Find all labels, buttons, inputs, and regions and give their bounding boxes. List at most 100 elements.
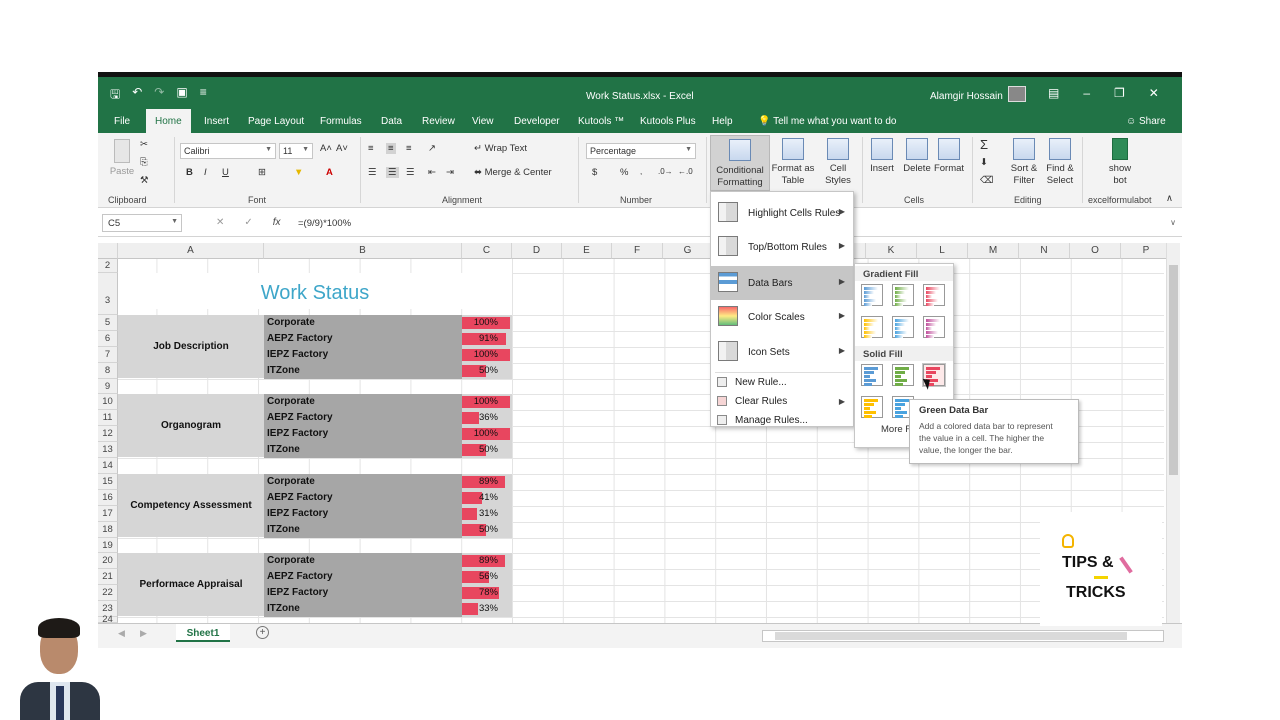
column-header[interactable]: G: [663, 243, 713, 259]
gradient-data-bar-option[interactable]: [892, 316, 914, 338]
percent-cell[interactable]: 89%: [462, 474, 512, 490]
menu-top-bottom-rules[interactable]: Top/Bottom Rules ▶: [711, 230, 853, 264]
column-header[interactable]: F: [612, 243, 663, 259]
column-header[interactable]: D: [512, 243, 562, 259]
fill-color-icon[interactable]: ▼: [294, 167, 303, 178]
percent-icon[interactable]: %: [620, 167, 628, 178]
row-header[interactable]: 11: [98, 410, 118, 426]
percent-cell[interactable]: 50%: [462, 442, 512, 458]
category-cell[interactable]: Job Description: [118, 315, 264, 378]
minimize-icon[interactable]: –: [1083, 86, 1090, 100]
row-header[interactable]: 8: [98, 363, 118, 379]
increase-font-icon[interactable]: A˄: [320, 143, 332, 154]
horizontal-scrollbar[interactable]: [762, 630, 1164, 642]
percent-cell[interactable]: 89%: [462, 553, 512, 569]
select-all-corner[interactable]: [98, 243, 118, 259]
percent-cell[interactable]: 91%: [462, 331, 512, 347]
row-header[interactable]: 15: [98, 474, 118, 490]
column-header[interactable]: A: [118, 243, 264, 259]
align-top-icon[interactable]: ≡: [368, 143, 374, 154]
scroll-tabs-left-icon[interactable]: ◀: [118, 628, 125, 639]
column-header[interactable]: O: [1070, 243, 1121, 259]
percent-cell[interactable]: 100%: [462, 315, 512, 331]
currency-icon[interactable]: $: [592, 167, 597, 178]
paste-button[interactable]: Paste: [108, 139, 136, 178]
tab-help[interactable]: Help: [712, 116, 733, 127]
menu-clear-rules[interactable]: Clear Rules ▶: [711, 393, 853, 411]
menu-highlight-cells-rules[interactable]: Highlight Cells Rules ▶: [711, 196, 853, 230]
row-header[interactable]: 2: [98, 259, 118, 273]
borders-icon[interactable]: ⊞: [258, 167, 266, 178]
close-icon[interactable]: ✕: [1149, 86, 1159, 100]
row-header[interactable]: 18: [98, 522, 118, 538]
italic-button[interactable]: I: [204, 167, 207, 178]
cut-icon[interactable]: ✂: [140, 139, 148, 150]
item-name-cell[interactable]: ITZone: [264, 442, 462, 458]
ribbon-display-icon[interactable]: ▤: [1048, 86, 1059, 100]
row-header[interactable]: 3: [98, 273, 118, 315]
menu-manage-rules[interactable]: Manage Rules...: [711, 412, 853, 430]
tab-insert[interactable]: Insert: [204, 116, 229, 127]
tab-view[interactable]: View: [472, 116, 494, 127]
row-header[interactable]: 14: [98, 458, 118, 474]
merge-center-button[interactable]: ⬌ Merge & Center: [474, 167, 552, 178]
column-header[interactable]: C: [462, 243, 512, 259]
row-header[interactable]: 22: [98, 585, 118, 601]
add-sheet-button[interactable]: +: [256, 626, 269, 639]
row-header[interactable]: 5: [98, 315, 118, 331]
fill-icon[interactable]: ⬇: [980, 157, 988, 168]
tab-kutools-plus[interactable]: Kutools Plus: [640, 116, 696, 127]
wrap-text-button[interactable]: ↵ Wrap Text: [474, 143, 527, 154]
vertical-scroll-thumb[interactable]: [1169, 265, 1178, 475]
camera-icon[interactable]: ▣: [176, 85, 187, 106]
row-header[interactable]: 19: [98, 538, 118, 553]
scroll-tabs-right-icon[interactable]: ▶: [140, 628, 147, 639]
formula-input[interactable]: =(9/9)*100%: [298, 218, 351, 229]
category-cell[interactable]: Organogram: [118, 394, 264, 457]
column-header[interactable]: K: [866, 243, 917, 259]
tell-me-search[interactable]: 💡 Tell me what you want to do: [758, 116, 896, 127]
find-select-button[interactable]: Find & Select: [1042, 138, 1078, 187]
font-name-select[interactable]: Calibri ▼: [180, 143, 276, 159]
sort-filter-button[interactable]: Sort & Filter: [1006, 138, 1042, 187]
item-name-cell[interactable]: Corporate: [264, 553, 462, 569]
cell-styles-button[interactable]: Cell Styles: [818, 138, 858, 187]
item-name-cell[interactable]: AEPZ Factory: [264, 490, 462, 506]
column-header[interactable]: L: [917, 243, 968, 259]
tab-home[interactable]: Home: [146, 109, 191, 133]
tab-page-layout[interactable]: Page Layout: [248, 116, 304, 127]
sheet-tab-sheet1[interactable]: Sheet1: [176, 624, 230, 642]
orientation-icon[interactable]: ↗: [428, 143, 436, 154]
format-painter-icon[interactable]: ⚒: [140, 175, 149, 186]
avatar[interactable]: [1008, 86, 1026, 102]
item-name-cell[interactable]: IEPZ Factory: [264, 347, 462, 363]
align-bottom-icon[interactable]: ≡: [406, 143, 412, 154]
format-as-table-button[interactable]: Format as Table: [770, 138, 816, 187]
vertical-scrollbar[interactable]: [1166, 243, 1180, 623]
align-left-icon[interactable]: ☰: [368, 167, 377, 178]
comma-style-icon[interactable]: ,: [640, 167, 642, 176]
item-name-cell[interactable]: AEPZ Factory: [264, 410, 462, 426]
align-center-icon[interactable]: ☰: [386, 167, 399, 178]
item-name-cell[interactable]: Corporate: [264, 394, 462, 410]
item-name-cell[interactable]: IEPZ Factory: [264, 506, 462, 522]
menu-icon-sets[interactable]: Icon Sets ▶: [711, 335, 853, 369]
sheet-title[interactable]: Work Status: [118, 273, 512, 309]
decrease-font-icon[interactable]: A˅: [336, 143, 348, 154]
column-header[interactable]: P: [1121, 243, 1172, 259]
gradient-data-bar-option[interactable]: [923, 284, 945, 306]
percent-cell[interactable]: 100%: [462, 347, 512, 363]
row-header[interactable]: 21: [98, 569, 118, 585]
tab-file[interactable]: File: [114, 116, 130, 127]
row-header[interactable]: 16: [98, 490, 118, 506]
gradient-data-bar-option[interactable]: [861, 284, 883, 306]
restore-icon[interactable]: ❐: [1114, 86, 1125, 100]
font-size-select[interactable]: 11 ▼: [279, 143, 313, 159]
tab-developer[interactable]: Developer: [514, 116, 560, 127]
tab-formulas[interactable]: Formulas: [320, 116, 362, 127]
user-name[interactable]: Alamgir Hossain: [930, 91, 1003, 102]
column-header[interactable]: E: [562, 243, 612, 259]
percent-cell[interactable]: 36%: [462, 410, 512, 426]
insert-function-icon[interactable]: fx: [273, 217, 281, 228]
enter-icon[interactable]: ✓: [244, 217, 252, 228]
